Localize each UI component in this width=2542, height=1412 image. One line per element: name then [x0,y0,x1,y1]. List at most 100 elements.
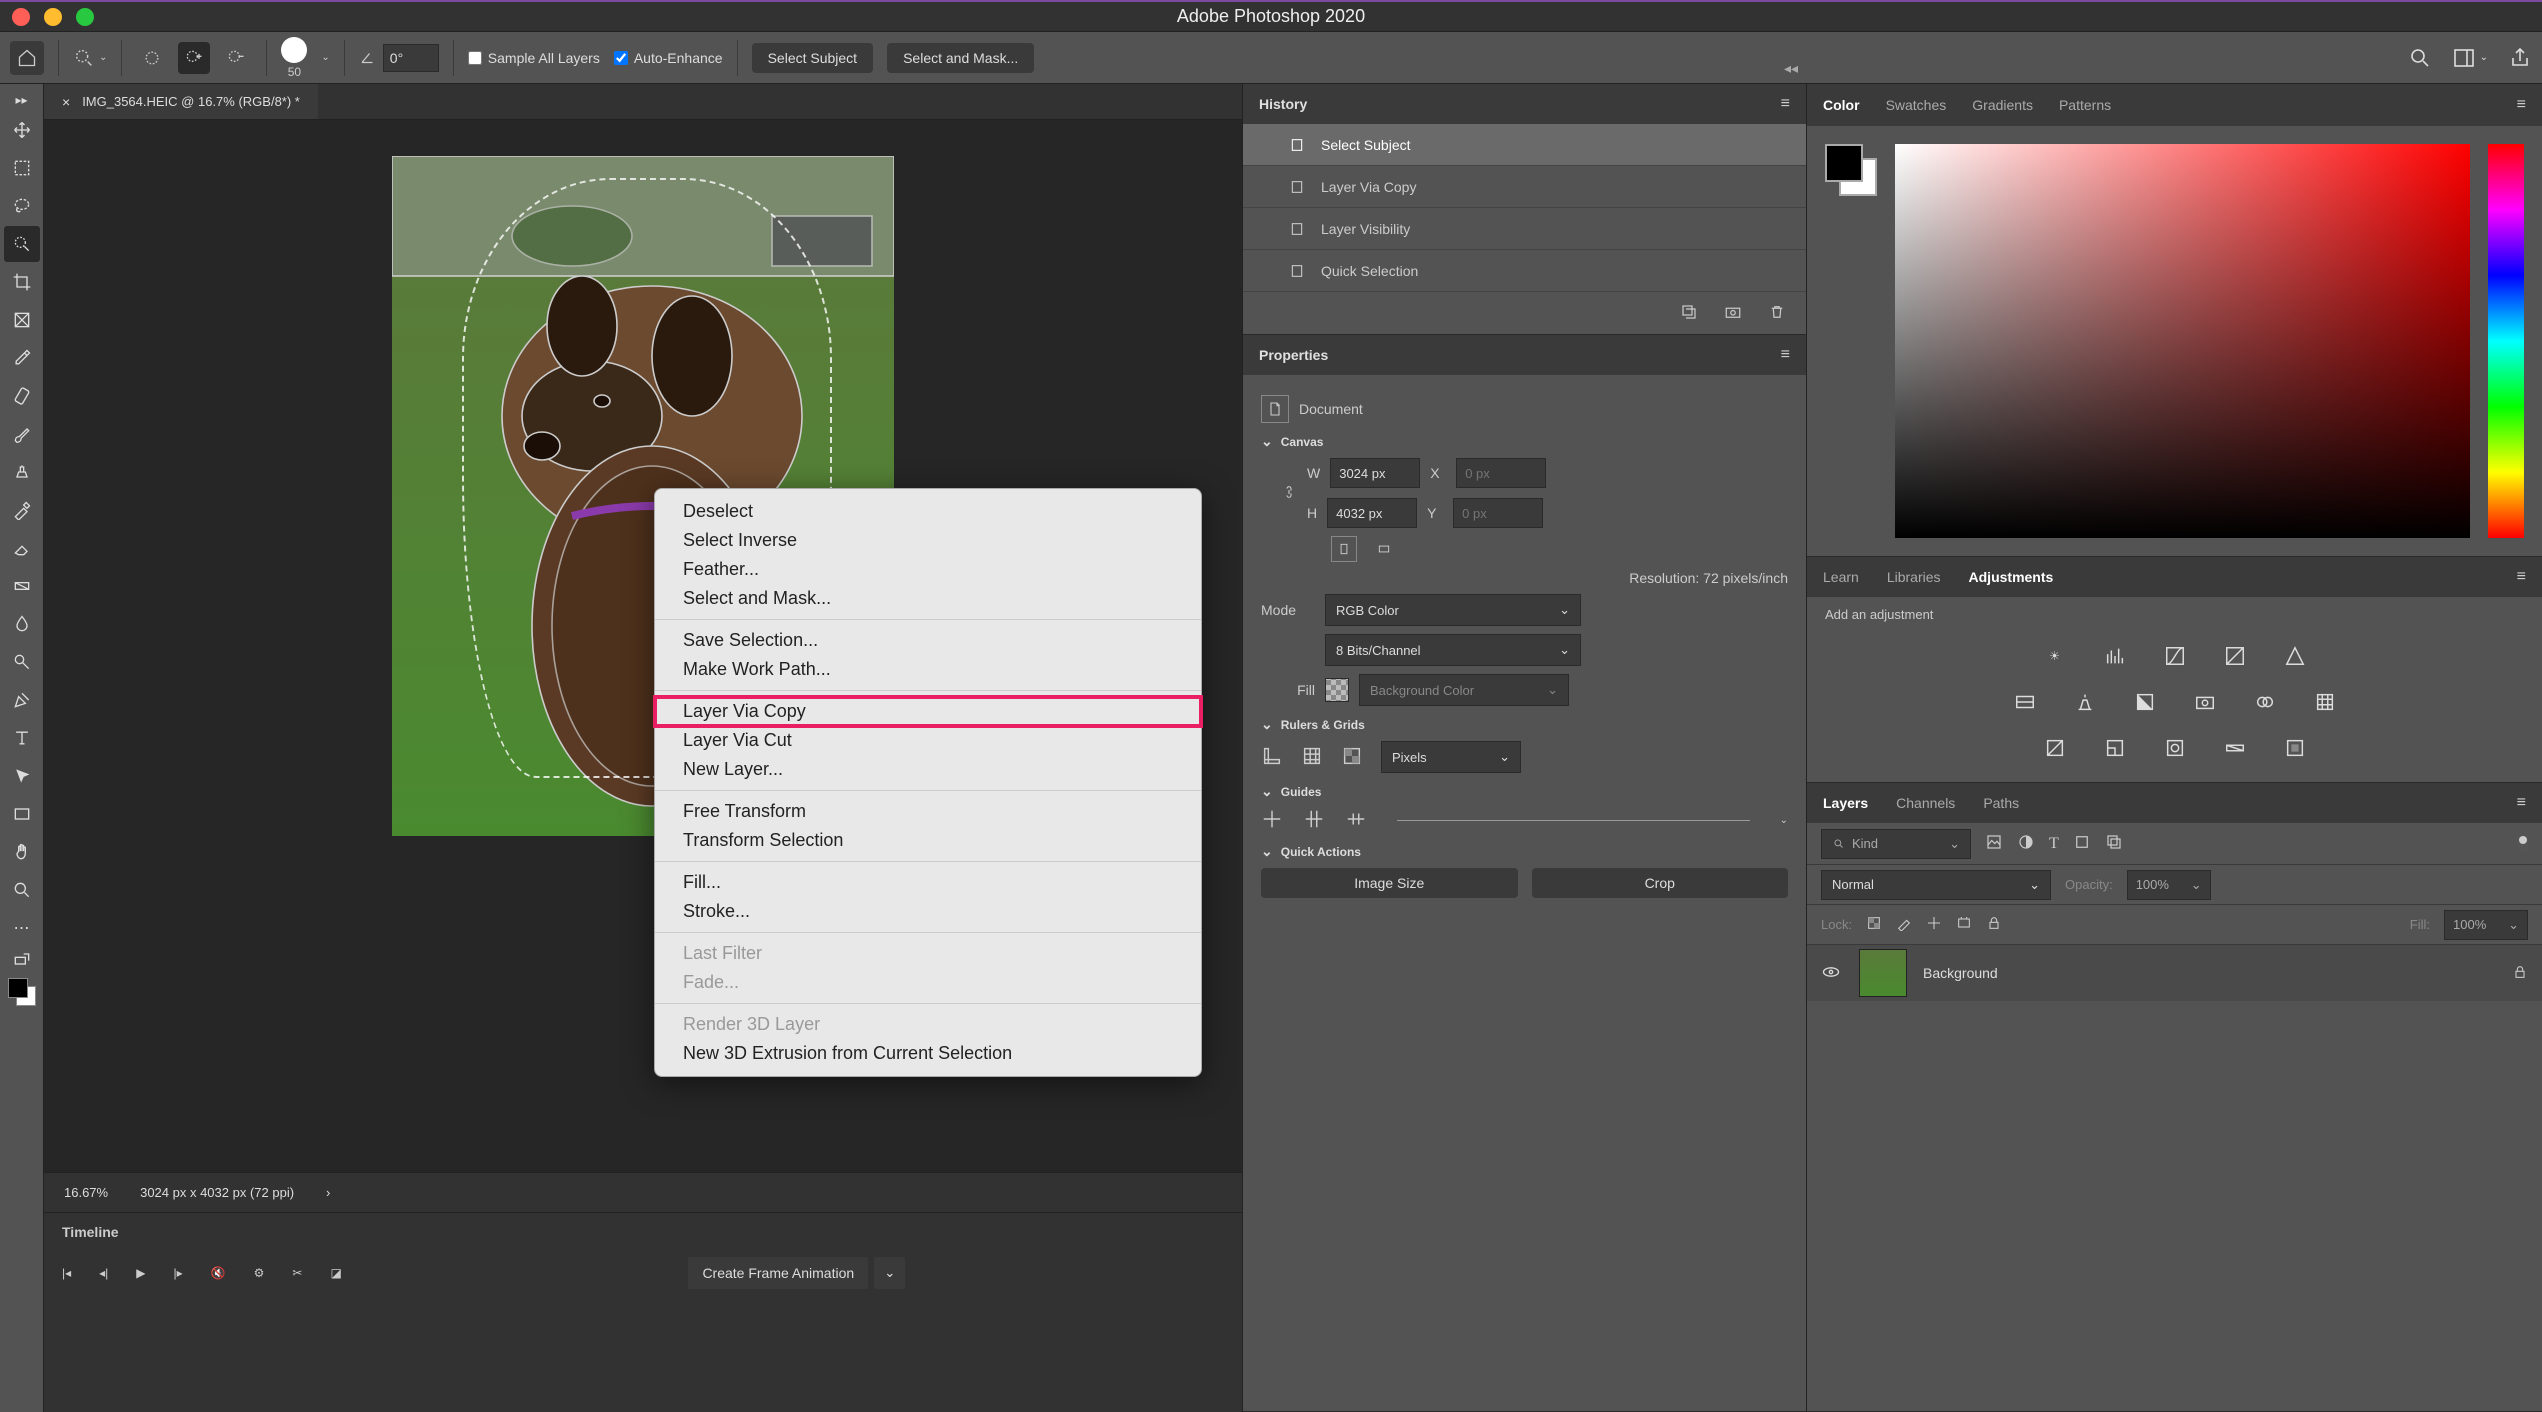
blur-tool[interactable] [4,606,40,642]
ruler-units-select[interactable]: Pixels⌄ [1381,741,1521,773]
select-subject-button[interactable]: Select Subject [752,43,874,73]
angle-input[interactable] [383,44,439,72]
hand-tool[interactable] [4,834,40,870]
lock-artboard-icon[interactable] [1956,915,1972,934]
gradient-map-icon[interactable] [2217,732,2253,764]
quick-selection-tool[interactable] [4,226,40,262]
document-tab[interactable]: × IMG_3564.HEIC @ 16.7% (RGB/8*) * [44,84,318,119]
exposure-icon[interactable] [2217,640,2253,672]
invert-icon[interactable] [2037,732,2073,764]
sample-all-layers-checkbox[interactable]: Sample All Layers [468,50,600,66]
lasso-tool[interactable] [4,188,40,224]
timeline-first-frame-icon[interactable]: |◂ [62,1266,71,1280]
zoom-level[interactable]: 16.67% [64,1185,108,1200]
context-menu-item[interactable]: Transform Selection [655,826,1201,855]
fill-select[interactable]: Background Color⌄ [1359,674,1569,706]
timeline-next-frame-icon[interactable]: |▸ [174,1266,183,1280]
hue-slider[interactable] [2488,144,2524,538]
more-tools-icon[interactable]: ⋯ [4,910,40,946]
timeline-split-icon[interactable]: ✂ [292,1266,302,1280]
search-icon[interactable] [2408,46,2432,70]
context-menu-item[interactable]: Free Transform [655,797,1201,826]
properties-panel-menu-icon[interactable]: ≡ [1781,346,1790,364]
tab-learn[interactable]: Learn [1823,569,1859,585]
timeline-mute-icon[interactable]: 🔇 [211,1266,226,1280]
guide-thirds-icon[interactable] [1303,808,1325,833]
type-tool[interactable] [4,720,40,756]
guide-color-dropdown-icon[interactable]: ⌄ [1780,815,1788,826]
image-size-button[interactable]: Image Size [1261,868,1518,898]
healing-brush-tool[interactable] [4,378,40,414]
filter-pixel-icon[interactable] [1985,833,2003,854]
color-tab-color[interactable]: Color [1823,97,1860,113]
rulers-section-header[interactable]: Rulers & Grids [1261,716,1788,733]
timeline-settings-icon[interactable]: ⚙ [254,1266,265,1280]
delete-state-icon[interactable] [1768,303,1786,324]
crop-tool[interactable] [4,264,40,300]
collapse-arrows-icon[interactable]: ▸▸ [4,90,40,110]
create-document-state-icon[interactable] [1680,303,1698,324]
context-menu-item[interactable]: Layer Via Cut [655,726,1201,755]
tool-preset-dropdown[interactable]: ⌄ [73,47,107,69]
ruler-icon[interactable] [1261,745,1283,770]
pen-tool[interactable] [4,682,40,718]
quick-actions-section-header[interactable]: Quick Actions [1261,843,1788,860]
zoom-tool[interactable] [4,872,40,908]
history-item[interactable]: Layer Via Copy [1243,166,1806,208]
photo-filter-icon[interactable] [2187,686,2223,718]
color-lookup-icon[interactable] [2307,686,2343,718]
bit-depth-select[interactable]: 8 Bits/Channel⌄ [1325,634,1581,666]
window-maximize-button[interactable] [76,8,94,26]
layer-visibility-icon[interactable] [1821,962,1843,984]
orientation-portrait-icon[interactable] [1331,536,1357,562]
orientation-landscape-icon[interactable] [1371,536,1397,562]
history-item[interactable]: Layer Visibility [1243,208,1806,250]
guide-new-icon[interactable] [1345,808,1367,833]
tab-paths[interactable]: Paths [1983,795,2019,811]
snapshot-icon[interactable] [1724,303,1742,324]
tab-libraries[interactable]: Libraries [1887,569,1941,585]
gradient-tool[interactable] [4,568,40,604]
foreground-background-swatch[interactable] [4,972,40,1012]
auto-enhance-checkbox[interactable]: Auto-Enhance [614,50,723,66]
context-menu-item[interactable]: Select Inverse [655,526,1201,555]
share-icon[interactable] [2508,46,2532,70]
window-close-button[interactable] [12,8,30,26]
levels-icon[interactable] [2097,640,2133,672]
lock-pixels-icon[interactable] [1896,915,1912,934]
lock-transparency-icon[interactable] [1866,915,1882,934]
threshold-icon[interactable] [2157,732,2193,764]
workspace-switcher[interactable]: ⌄ [2452,46,2488,70]
collapse-panels-icon[interactable]: ◂◂ [1784,60,1798,77]
tab-layers[interactable]: Layers [1823,795,1868,811]
layer-lock-icon[interactable] [2512,964,2528,983]
context-menu-item[interactable]: Stroke... [655,897,1201,926]
context-menu-item[interactable]: New Layer... [655,755,1201,784]
opacity-input[interactable]: 100%⌄ [2127,870,2211,900]
filter-smart-icon[interactable] [2105,833,2123,854]
history-panel-menu-icon[interactable]: ≡ [1781,95,1790,113]
fill-swatch[interactable] [1325,678,1349,702]
layer-row[interactable]: Background [1807,945,2542,1001]
channel-mixer-icon[interactable] [2247,686,2283,718]
marquee-tool[interactable] [4,150,40,186]
height-input[interactable] [1327,498,1417,528]
blend-mode-select[interactable]: Normal⌄ [1821,870,2051,900]
grid-icon[interactable] [1301,745,1323,770]
eraser-tool[interactable] [4,530,40,566]
lock-position-icon[interactable] [1926,915,1942,934]
fill-opacity-input[interactable]: 100%⌄ [2444,910,2528,940]
edit-toolbar-icon[interactable] [4,948,40,970]
selective-color-icon[interactable] [2277,732,2313,764]
lock-all-icon[interactable] [1986,915,2002,934]
link-dimensions-icon[interactable] [1281,478,1297,509]
brush-tool[interactable] [4,416,40,452]
posterize-icon[interactable] [2097,732,2133,764]
black-white-icon[interactable] [2127,686,2163,718]
x-input[interactable] [1456,458,1546,488]
history-brush-tool[interactable] [4,492,40,528]
brush-size-control[interactable]: 50 [281,37,307,79]
y-input[interactable] [1453,498,1543,528]
history-item[interactable]: Select Subject [1243,124,1806,166]
filter-toggle[interactable] [2518,835,2528,853]
